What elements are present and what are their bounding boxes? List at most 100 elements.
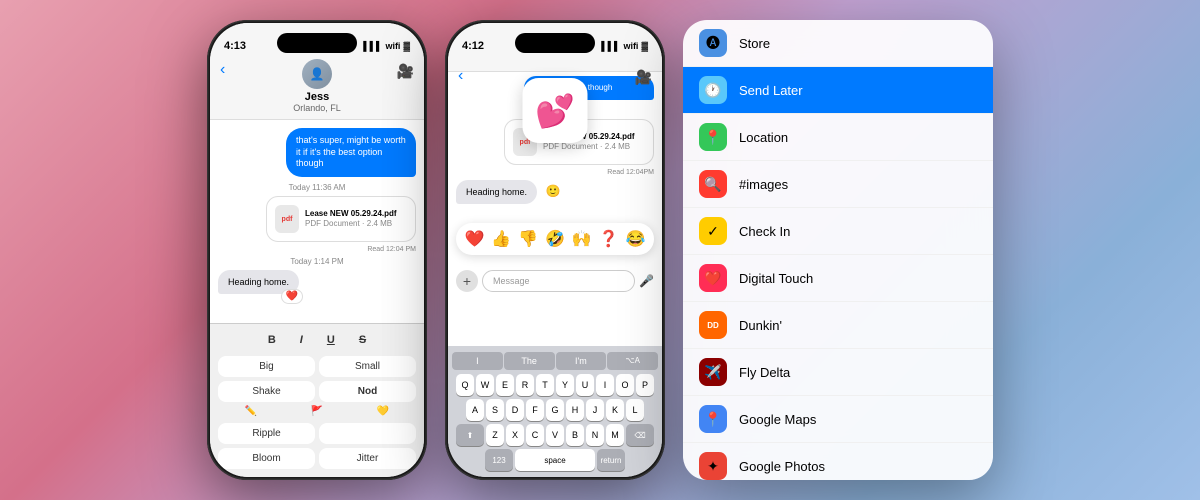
keyboard: I The I'm ⌥A Q W E R T Y U I O P xyxy=(448,346,662,477)
key-shift[interactable]: ⬆ xyxy=(456,424,484,446)
key-l[interactable]: L xyxy=(626,399,644,421)
suggest-im[interactable]: I'm xyxy=(556,352,607,370)
key-x[interactable]: X xyxy=(506,424,524,446)
apps-button-2[interactable]: + xyxy=(456,270,478,292)
app-item-send-later[interactable]: 🕐Send Later xyxy=(683,67,993,114)
app-icon-dunkin-: DD xyxy=(699,311,727,339)
suggest-i[interactable]: I xyxy=(452,352,503,370)
app-list-panel: 🅐Store🕐Send Later📍Location🔍#images✓Check… xyxy=(683,20,993,480)
app-item-location[interactable]: 📍Location xyxy=(683,114,993,161)
key-j[interactable]: J xyxy=(586,399,604,421)
app-icon-google-photos: ✦ xyxy=(699,452,727,480)
key-d[interactable]: D xyxy=(506,399,524,421)
app-item-check-in[interactable]: ✓Check In xyxy=(683,208,993,255)
key-k[interactable]: K xyxy=(606,399,624,421)
key-123[interactable]: 123 xyxy=(485,449,513,471)
tapback-smiley[interactable]: 🙂 xyxy=(546,184,561,198)
key-o[interactable]: O xyxy=(616,374,634,396)
back-button-2[interactable]: ‹ xyxy=(458,67,463,85)
key-b[interactable]: B xyxy=(566,424,584,446)
phone-2: 4:12 ▌▌▌ wifi ▓ 💕 ‹ 🎥 wor... st option t… xyxy=(445,20,665,480)
mic-button-2[interactable]: 🎤 xyxy=(639,274,654,288)
key-r[interactable]: R xyxy=(516,374,534,396)
pdf-icon-1: pdf xyxy=(275,205,299,233)
effect-jitter[interactable]: Jitter xyxy=(319,448,416,469)
key-t[interactable]: T xyxy=(536,374,554,396)
tapback-joy[interactable]: 😂 xyxy=(626,229,646,249)
pdf-title-1: Lease NEW 05.29.24.pdf xyxy=(305,209,397,219)
key-e[interactable]: E xyxy=(496,374,514,396)
app-item-dunkin-[interactable]: DDDunkin' xyxy=(683,302,993,349)
tapback-thumbsdown[interactable]: 👎 xyxy=(518,229,538,249)
message-input-2[interactable]: Message xyxy=(482,270,635,292)
tapback-thumbsup[interactable]: 👍 xyxy=(491,229,511,249)
effect-nod[interactable]: Nod xyxy=(319,381,416,402)
app-item-store[interactable]: 🅐Store xyxy=(683,20,993,67)
pdf-attachment-1[interactable]: pdf Lease NEW 05.29.24.pdf PDF Document … xyxy=(266,196,416,242)
dynamic-island-1 xyxy=(277,33,357,53)
battery-icon: ▓ xyxy=(403,41,410,51)
key-a[interactable]: A xyxy=(466,399,484,421)
key-z[interactable]: Z xyxy=(486,424,504,446)
app-icon-send-later: 🕐 xyxy=(699,76,727,104)
italic-button[interactable]: I xyxy=(296,332,307,348)
key-u[interactable]: U xyxy=(576,374,594,396)
app-icon-digital-touch: ❤️ xyxy=(699,264,727,292)
signal-icon: ▌▌▌ xyxy=(363,41,382,51)
app-item-google-photos[interactable]: ✦ Google Photos xyxy=(683,443,993,480)
key-f[interactable]: F xyxy=(526,399,544,421)
key-delete[interactable]: ⌫ xyxy=(626,424,654,446)
video-call-button-1[interactable]: 🎥 xyxy=(397,63,414,80)
app-item-digital-touch[interactable]: ❤️Digital Touch xyxy=(683,255,993,302)
contact-name-1[interactable]: Jess xyxy=(220,91,414,103)
text-effects-panel: B I U S Big Small Shake Nod ✏️ 🚩 💛 xyxy=(210,323,424,477)
app-label-store: Store xyxy=(739,36,770,51)
key-y[interactable]: Y xyxy=(556,374,574,396)
key-q[interactable]: Q xyxy=(456,374,474,396)
key-g[interactable]: G xyxy=(546,399,564,421)
strikethrough-button[interactable]: S xyxy=(355,332,370,348)
key-c[interactable]: C xyxy=(526,424,544,446)
effect-shake[interactable]: Shake xyxy=(218,381,315,402)
keyboard-row-3: ⬆ Z X C V B N M ⌫ xyxy=(452,424,658,446)
tapback-highfive[interactable]: 🙌 xyxy=(572,229,592,249)
back-button-1[interactable]: ‹ xyxy=(220,61,225,79)
key-h[interactable]: H xyxy=(566,399,584,421)
tapback-haha[interactable]: 🤣 xyxy=(545,229,565,249)
underline-button[interactable]: U xyxy=(323,332,339,348)
app-item--images[interactable]: 🔍#images xyxy=(683,161,993,208)
effect-bloom[interactable]: Bloom xyxy=(218,448,315,469)
wifi-icon: wifi xyxy=(385,41,400,51)
effects-grid-2: Ripple Bloom Jitter xyxy=(218,423,416,469)
key-p[interactable]: P xyxy=(636,374,654,396)
effect-ripple[interactable]: Ripple xyxy=(218,423,315,444)
effects-grid: Big Small Shake Nod xyxy=(218,356,416,402)
incoming-message-container-1: Heading home. ❤️ xyxy=(218,270,299,298)
key-space[interactable]: space xyxy=(515,449,595,471)
key-i[interactable]: I xyxy=(596,374,614,396)
phone-1: 4:13 ▌▌▌ wifi ▓ ‹ 👤 Jess Orlando, FL 🎥 t… xyxy=(207,20,427,480)
effect-big[interactable]: Big xyxy=(218,356,315,377)
key-m[interactable]: M xyxy=(606,424,624,446)
scene: 4:13 ▌▌▌ wifi ▓ ‹ 👤 Jess Orlando, FL 🎥 t… xyxy=(0,0,1200,500)
key-s[interactable]: S xyxy=(486,399,504,421)
video-call-button-2[interactable]: 🎥 xyxy=(635,69,652,86)
suggest-the[interactable]: The xyxy=(504,352,555,370)
status-icons-1: ▌▌▌ wifi ▓ xyxy=(363,41,410,51)
app-icon--images: 🔍 xyxy=(699,170,727,198)
key-v[interactable]: V xyxy=(546,424,564,446)
tapback-question[interactable]: ❓ xyxy=(599,229,619,249)
tapback-heart[interactable]: ❤️ xyxy=(464,229,484,249)
effect-small[interactable]: Small xyxy=(319,356,416,377)
key-w[interactable]: W xyxy=(476,374,494,396)
key-return[interactable]: return xyxy=(597,449,625,471)
bold-button[interactable]: B xyxy=(264,332,280,348)
app-item-google-maps[interactable]: 📍Google Maps xyxy=(683,396,993,443)
read-receipt-1: Read 12:04 PM xyxy=(218,246,416,253)
reaction-1: ❤️ xyxy=(281,289,303,304)
key-n[interactable]: N xyxy=(586,424,604,446)
app-label-google-photos: Google Photos xyxy=(739,459,825,474)
suggest-aa[interactable]: ⌥A xyxy=(607,352,658,370)
app-item-fly-delta[interactable]: ✈️Fly Delta xyxy=(683,349,993,396)
dynamic-island-2 xyxy=(515,33,595,53)
